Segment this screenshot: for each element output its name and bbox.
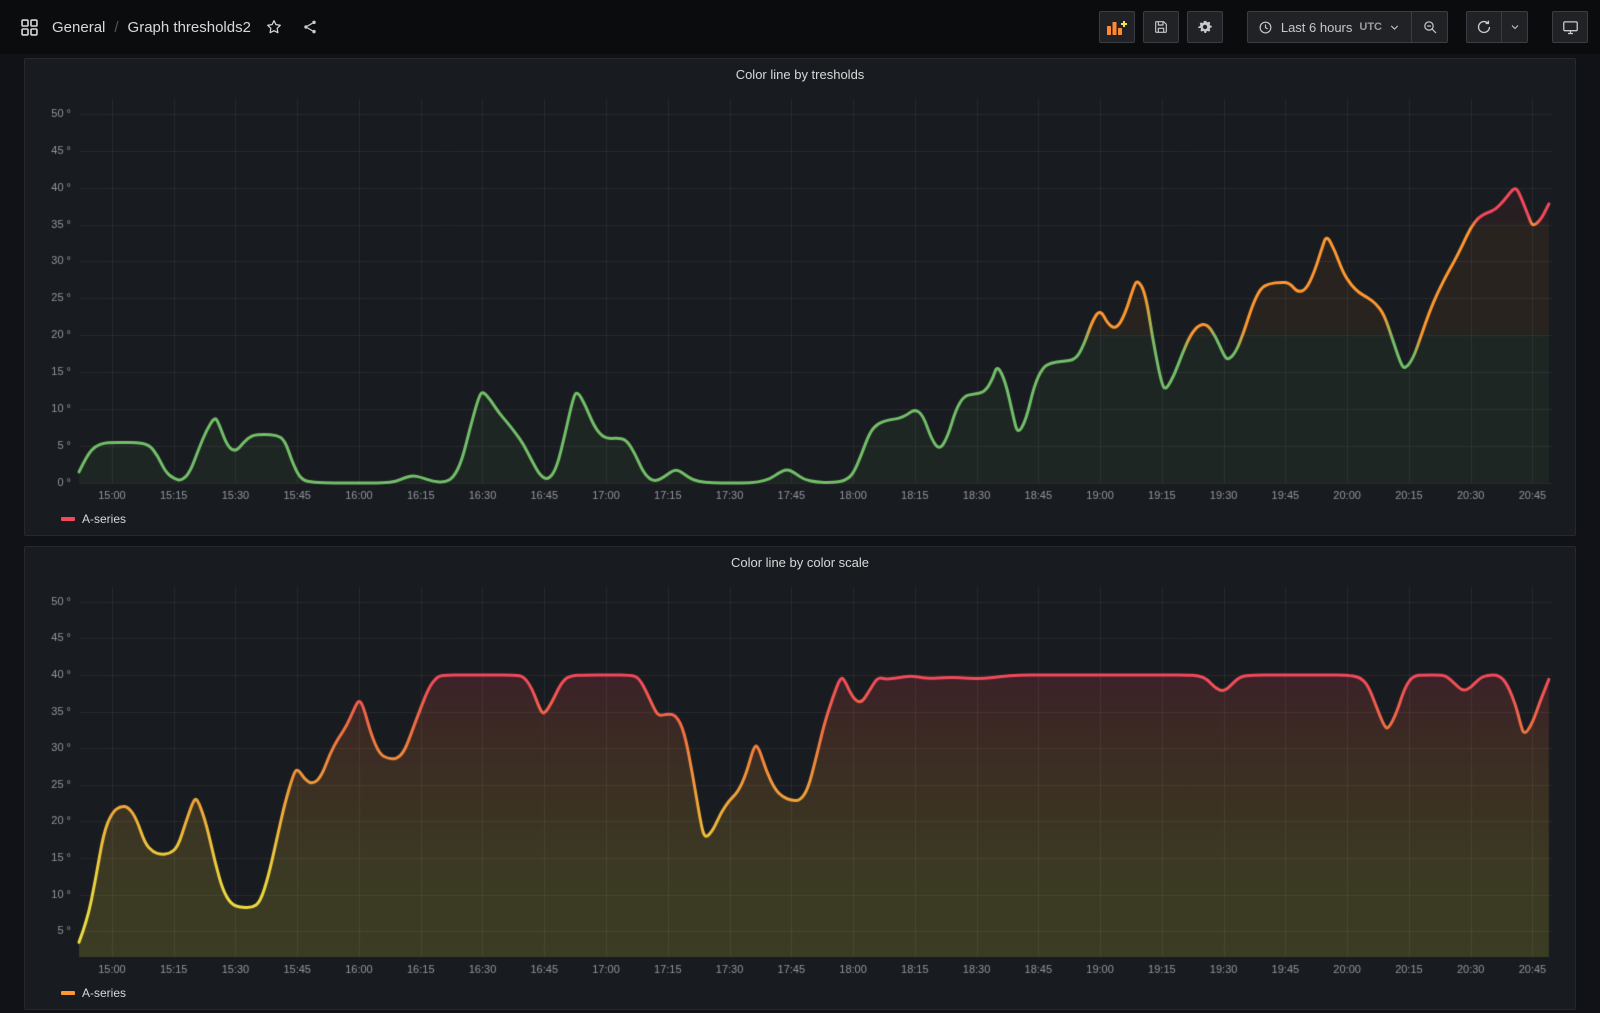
dashboard-settings-button[interactable] [1187, 11, 1223, 43]
favorite-star-icon[interactable] [261, 14, 287, 40]
thresholds-chart-canvas[interactable] [33, 89, 1567, 509]
monitor-icon [1562, 19, 1579, 36]
legend-item[interactable]: A-series [61, 512, 126, 526]
panel-title[interactable]: Color line by color scale [25, 547, 1575, 577]
share-icon[interactable] [297, 14, 323, 40]
breadcrumb-separator: / [114, 19, 118, 36]
add-panel-button[interactable] [1099, 11, 1135, 43]
panel-legend: A-series [25, 509, 1575, 535]
panel-add-icon [1107, 20, 1127, 35]
chart-area [25, 577, 1575, 983]
sync-icon [1476, 19, 1492, 35]
panel-legend: A-series [25, 983, 1575, 1009]
panel-title[interactable]: Color line by tresholds [25, 59, 1575, 89]
timezone-label: UTC [1359, 21, 1382, 33]
save-dashboard-button[interactable] [1143, 11, 1179, 43]
clock-icon [1258, 20, 1273, 35]
legend-item[interactable]: A-series [61, 986, 126, 1000]
search-minus-icon [1422, 19, 1438, 35]
legend-series-label: A-series [82, 512, 126, 526]
refresh-controls-group [1466, 11, 1528, 43]
breadcrumb: General / Graph thresholds2 [52, 19, 251, 36]
gear-icon [1197, 19, 1213, 35]
panel-color-line-by-color-scale: Color line by color scale A-series [24, 546, 1576, 1010]
refresh-interval-dropdown[interactable] [1502, 11, 1528, 43]
refresh-button[interactable] [1466, 11, 1502, 43]
chart-area [25, 89, 1575, 509]
chevron-down-icon [1509, 21, 1521, 33]
save-icon [1153, 19, 1169, 35]
chevron-down-icon [1388, 21, 1401, 34]
time-controls-group: Last 6 hours UTC [1247, 11, 1448, 43]
dashboards-grid-icon[interactable] [16, 14, 42, 40]
zoom-out-button[interactable] [1412, 11, 1448, 43]
legend-series-swatch [61, 991, 75, 995]
color-scale-chart-canvas[interactable] [33, 577, 1567, 983]
panel-color-line-by-thresholds: Color line by tresholds A-series [24, 58, 1576, 536]
time-range-label: Last 6 hours [1281, 20, 1353, 35]
breadcrumb-folder[interactable]: General [52, 19, 105, 36]
time-range-picker[interactable]: Last 6 hours UTC [1247, 11, 1412, 43]
top-navbar: General / Graph thresholds2 Last 6 hours [0, 0, 1600, 54]
dashboard-canvas: Color line by tresholds A-series Color l… [0, 54, 1600, 1010]
legend-series-label: A-series [82, 986, 126, 1000]
tv-mode-button[interactable] [1552, 11, 1588, 43]
breadcrumb-dashboard-title[interactable]: Graph thresholds2 [128, 19, 251, 36]
legend-series-swatch [61, 517, 75, 521]
